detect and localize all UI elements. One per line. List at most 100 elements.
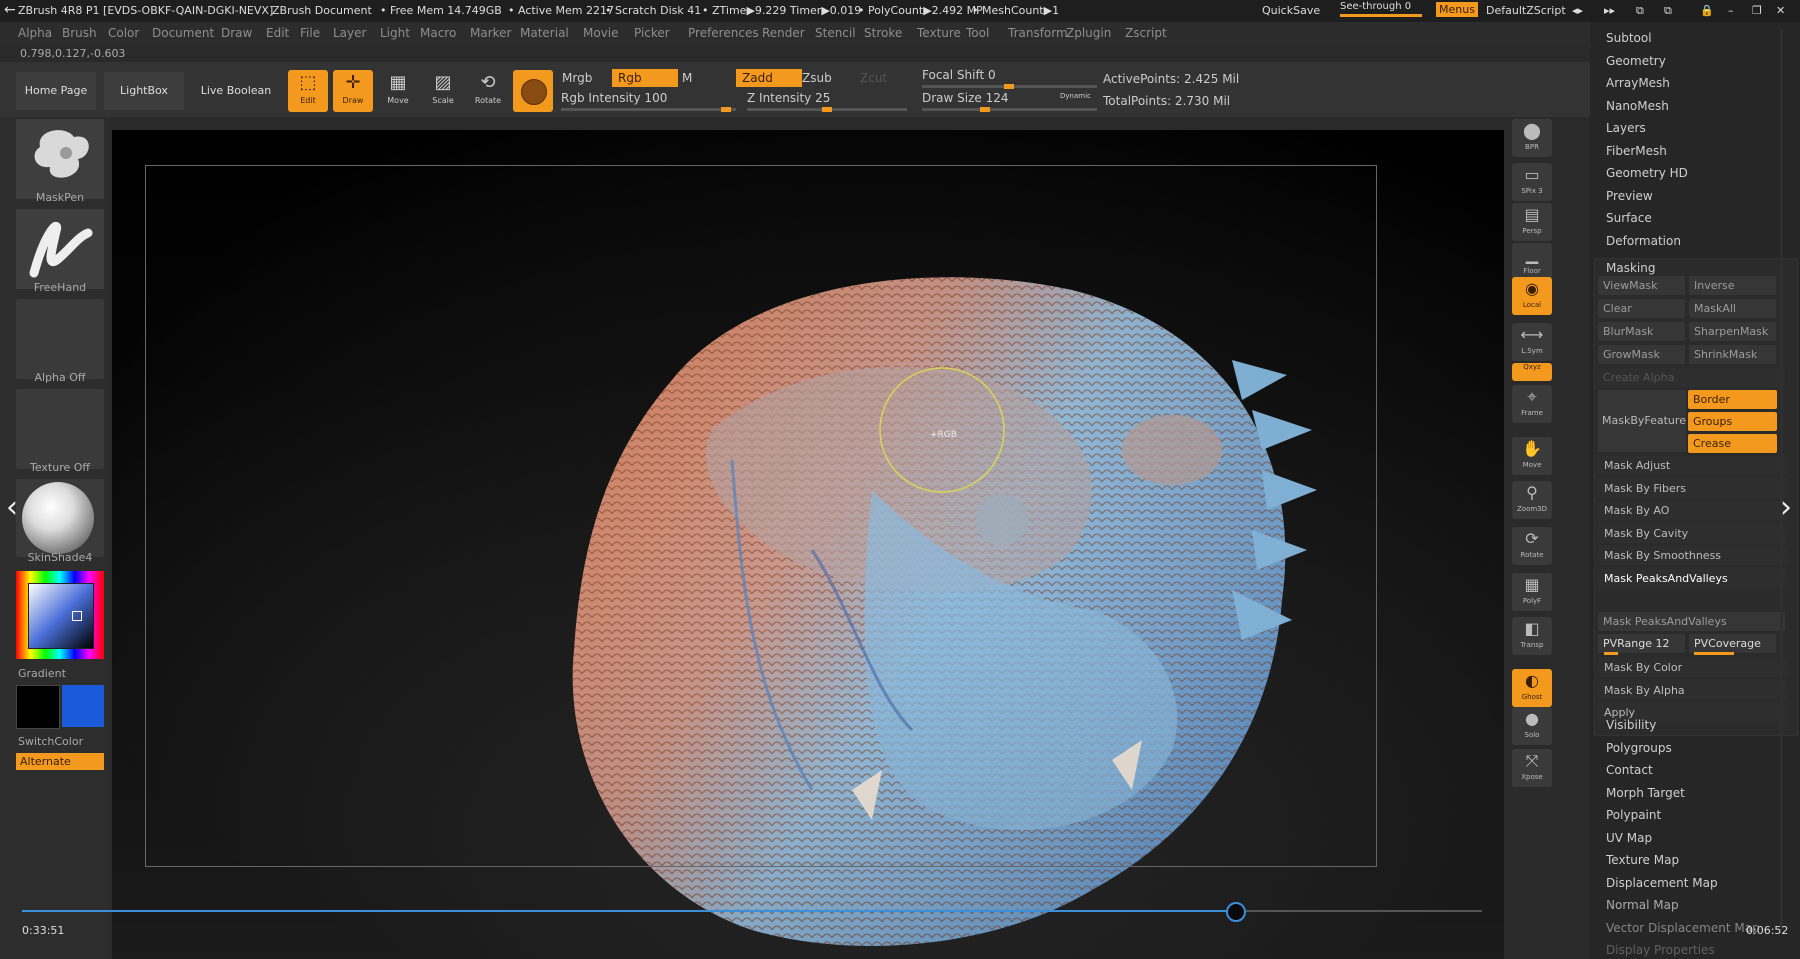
view-qxyz-button[interactable]: Qxyz [1512, 363, 1552, 381]
mask-adjust-item[interactable]: Mask Adjust [1598, 456, 1786, 475]
palette-fibermesh[interactable]: FiberMesh [1606, 144, 1667, 158]
mask-by-ao-item[interactable]: Mask By AO [1598, 501, 1786, 520]
mask-by-fibers-item[interactable]: Mask By Fibers [1598, 478, 1786, 498]
alternate-button[interactable]: Alternate [16, 753, 104, 770]
palette-visibility[interactable]: Visibility [1606, 718, 1656, 732]
window-swap-icon[interactable]: ⧉ [1636, 4, 1644, 18]
menu-brush[interactable]: Brush [62, 26, 97, 40]
brush-thumbnail[interactable] [16, 119, 104, 199]
menu-document[interactable]: Document [152, 26, 214, 40]
video-scrubber-knob[interactable] [1226, 902, 1246, 922]
minimize-icon[interactable]: – [1728, 4, 1734, 17]
view-move-button[interactable]: ✋ Move [1512, 437, 1552, 475]
groups-button[interactable]: Groups [1688, 412, 1777, 431]
rgb-button[interactable]: Rgb [612, 69, 678, 87]
view-l-sym-button[interactable]: ⟷ L.Sym [1512, 323, 1552, 361]
blurmask-button[interactable]: BlurMask [1598, 322, 1685, 341]
palette-polypaint[interactable]: Polypaint [1606, 808, 1661, 822]
mask-by-feature-button[interactable]: MaskByFeature [1598, 390, 1686, 452]
draw-size-slider[interactable] [922, 107, 1097, 112]
viewmask-button[interactable]: ViewMask [1598, 276, 1685, 295]
material-swatch[interactable] [513, 70, 553, 112]
color-picker[interactable] [16, 571, 104, 659]
palette-surface[interactable]: Surface [1606, 211, 1652, 225]
z-intensity-slider[interactable] [747, 107, 907, 112]
menu-zplugin[interactable]: Zplugin [1066, 26, 1111, 40]
primary-color-swatch[interactable] [16, 685, 60, 729]
mask-by-color-item[interactable]: Mask By Color [1598, 658, 1786, 677]
menu-marker[interactable]: Marker [470, 26, 511, 40]
view-bpr-button[interactable]: ⬤ BPR [1512, 119, 1552, 157]
m-button[interactable]: M [676, 69, 706, 87]
lightbox-button[interactable]: LightBox [104, 72, 184, 110]
view-rotate-button[interactable]: ⟳ Rotate [1512, 527, 1552, 565]
rgb-intensity-slider[interactable] [561, 107, 736, 112]
view-spix-3-button[interactable]: ▭ SPix 3 [1512, 163, 1552, 201]
menu-macro[interactable]: Macro [420, 26, 456, 40]
menu-light[interactable]: Light [380, 26, 410, 40]
menu-texture[interactable]: Texture [917, 26, 961, 40]
palette-normal-map[interactable]: Normal Map [1606, 898, 1679, 912]
palette-layers[interactable]: Layers [1606, 121, 1646, 135]
create-alpha-button[interactable]: Create Alpha [1598, 368, 1785, 387]
palette-geometry[interactable]: Geometry [1606, 54, 1666, 68]
menu-alpha[interactable]: Alpha [18, 26, 52, 40]
view-frame-button[interactable]: ⌖ Frame [1512, 385, 1552, 423]
menu-color[interactable]: Color [108, 26, 139, 40]
palette-preview[interactable]: Preview [1606, 189, 1653, 203]
crease-button[interactable]: Crease [1688, 434, 1777, 453]
material-thumbnail[interactable] [16, 479, 104, 557]
tool-rotate-button[interactable]: ⟲ Rotate [468, 70, 508, 112]
tool-draw-button[interactable]: ✛ Draw [333, 70, 373, 112]
texture-thumbnail[interactable] [16, 389, 104, 469]
dynamic-button[interactable]: Dynamic [1060, 92, 1091, 100]
menu-edit[interactable]: Edit [266, 26, 289, 40]
palette-displacement-map[interactable]: Displacement Map [1606, 876, 1718, 890]
palette-subtool[interactable]: Subtool [1606, 31, 1652, 45]
menu-layer[interactable]: Layer [333, 26, 366, 40]
restore-icon[interactable]: ❐ [1752, 4, 1762, 17]
shrinkmask-button[interactable]: ShrinkMask [1689, 345, 1776, 364]
palette-display-properties[interactable]: Display Properties [1606, 943, 1715, 957]
menu-file[interactable]: File [300, 26, 320, 40]
view-floor-button[interactable]: ▁ Floor [1512, 243, 1552, 281]
growmask-button[interactable]: GrowMask [1598, 345, 1685, 364]
see-through-slider[interactable]: See-through 0 [1340, 1, 1422, 17]
lock-icon[interactable]: 🔒 [1700, 4, 1714, 17]
previous-chevron-icon[interactable]: ‹ [6, 490, 18, 525]
mask-by-smoothness-item[interactable]: Mask By Smoothness [1598, 546, 1786, 565]
masking-header[interactable]: Masking [1606, 261, 1655, 275]
clear-button[interactable]: Clear [1598, 299, 1685, 318]
live-boolean-button[interactable]: Live Boolean [192, 72, 280, 110]
menu-render[interactable]: Render [762, 26, 805, 40]
menu-preferences[interactable]: Preferences [688, 26, 759, 40]
mask-peaks-and-valleys-button[interactable]: Mask PeaksAndValleys [1598, 612, 1785, 631]
default-zscript-button[interactable]: DefaultZScript [1486, 4, 1566, 17]
tool-scale-button[interactable]: ▨ Scale [423, 70, 463, 112]
palette-polygroups[interactable]: Polygroups [1606, 741, 1672, 755]
view-polyf-button[interactable]: ▦ PolyF [1512, 573, 1552, 611]
pvcoverage-slider[interactable]: PVCoverage 12 [1689, 634, 1776, 669]
view-local-button[interactable]: ◉ Local [1512, 277, 1552, 315]
menu-draw[interactable]: Draw [221, 26, 252, 40]
view-solo-button[interactable]: ● Solo [1512, 707, 1552, 745]
close-icon[interactable]: ✕ [1776, 4, 1785, 17]
quicksave-button[interactable]: QuickSave [1262, 4, 1320, 17]
palette-vector-displacement-map[interactable]: Vector Displacement Map [1606, 921, 1760, 935]
view-transp-button[interactable]: ◧ Transp [1512, 617, 1552, 655]
next-chevron-icon[interactable]: › [1780, 490, 1792, 525]
gradient-label[interactable]: Gradient [18, 667, 66, 680]
menu-material[interactable]: Material [520, 26, 569, 40]
zsub-button[interactable]: Zsub [796, 69, 842, 87]
menu-picker[interactable]: Picker [634, 26, 670, 40]
border-button[interactable]: Border [1688, 390, 1777, 409]
menu-transform[interactable]: Transform [1008, 26, 1068, 40]
palette-scrollbar[interactable] [1780, 30, 1783, 930]
skin-icon[interactable]: ◂▸ [1572, 4, 1583, 17]
pvrange-slider[interactable]: PVRange 12 [1598, 634, 1685, 653]
zadd-button[interactable]: Zadd [736, 69, 802, 87]
home-page-button[interactable]: Home Page [16, 72, 96, 110]
layout-icon[interactable]: ▸▸ [1604, 4, 1615, 17]
view-xpose-button[interactable]: ⤧ Xpose [1512, 749, 1552, 787]
maskall-button[interactable]: MaskAll [1689, 299, 1776, 318]
